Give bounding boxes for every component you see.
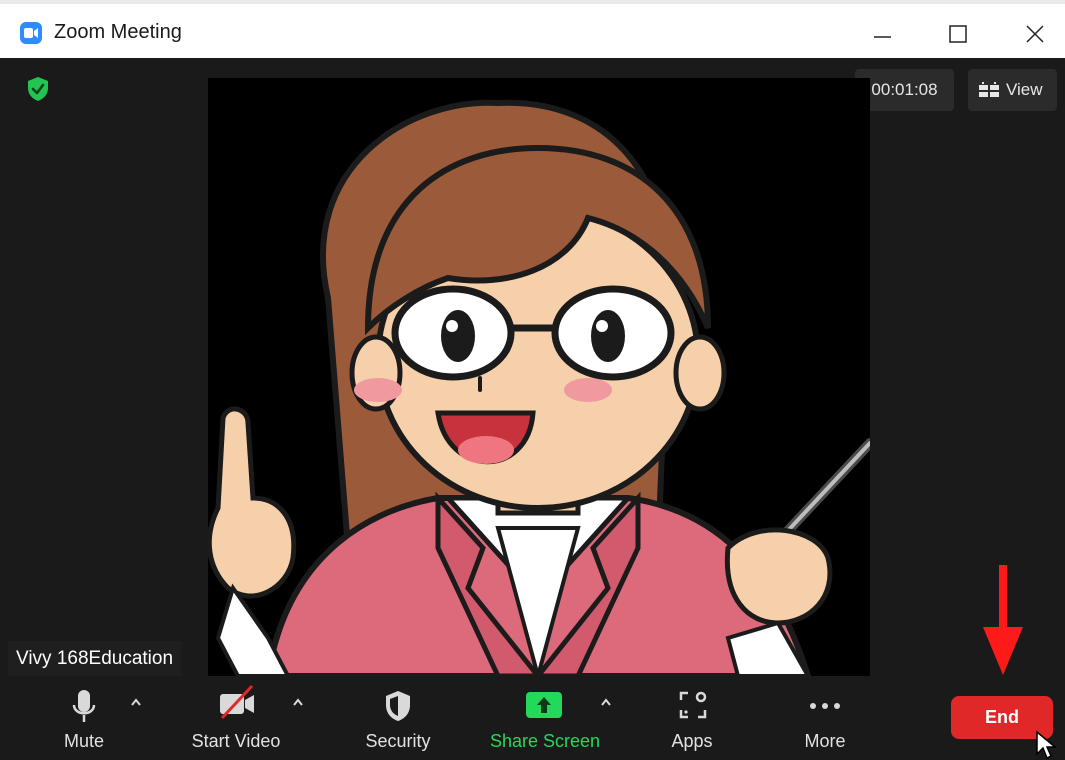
- mouse-cursor-icon: [1036, 730, 1058, 760]
- video-options-caret[interactable]: [290, 694, 306, 710]
- zoom-app-icon: [20, 22, 42, 44]
- video-off-icon: [216, 684, 258, 725]
- view-button[interactable]: View: [968, 69, 1057, 111]
- more-label: More: [804, 731, 846, 751]
- microphone-icon: [72, 690, 96, 729]
- security-button[interactable]: Security: [356, 676, 440, 760]
- apps-icon: [678, 690, 708, 725]
- mute-button[interactable]: Mute: [52, 676, 116, 760]
- maximize-button[interactable]: [935, 14, 979, 54]
- security-shield-icon: [384, 690, 412, 727]
- close-button[interactable]: [1012, 14, 1056, 54]
- audio-options-caret[interactable]: [128, 694, 144, 710]
- apps-label: Apps: [671, 731, 713, 751]
- red-annotation-arrow-icon: [983, 565, 1023, 675]
- mute-label: Mute: [63, 731, 105, 751]
- share-screen-label: Share Screen: [489, 731, 601, 751]
- minimize-button[interactable]: [860, 14, 904, 54]
- start-video-label: Start Video: [191, 731, 281, 751]
- security-label: Security: [365, 731, 431, 751]
- share-screen-button[interactable]: Share Screen: [480, 676, 610, 760]
- participant-name-tag: Vivy 168Education: [8, 641, 182, 676]
- view-label: View: [1006, 80, 1043, 99]
- window-title: Zoom Meeting: [54, 21, 182, 43]
- more-button[interactable]: More: [790, 676, 860, 760]
- title-bar: Zoom Meeting: [0, 0, 1065, 58]
- ellipsis-icon: [807, 698, 843, 716]
- share-options-caret[interactable]: [598, 694, 614, 710]
- apps-button[interactable]: Apps: [658, 676, 726, 760]
- start-video-button[interactable]: Start Video: [180, 676, 292, 760]
- grid-view-icon: [979, 82, 999, 103]
- encryption-shield-icon[interactable]: [26, 76, 50, 102]
- teacher-cartoon-image: [208, 99, 870, 676]
- participant-video[interactable]: [208, 78, 870, 676]
- meeting-stage: 00:01:08 View Vivy 168Education: [0, 58, 1065, 676]
- share-screen-arrow-icon: [526, 692, 562, 723]
- meeting-toolbar: Mute Start Video Security Share Screen A…: [0, 676, 1065, 760]
